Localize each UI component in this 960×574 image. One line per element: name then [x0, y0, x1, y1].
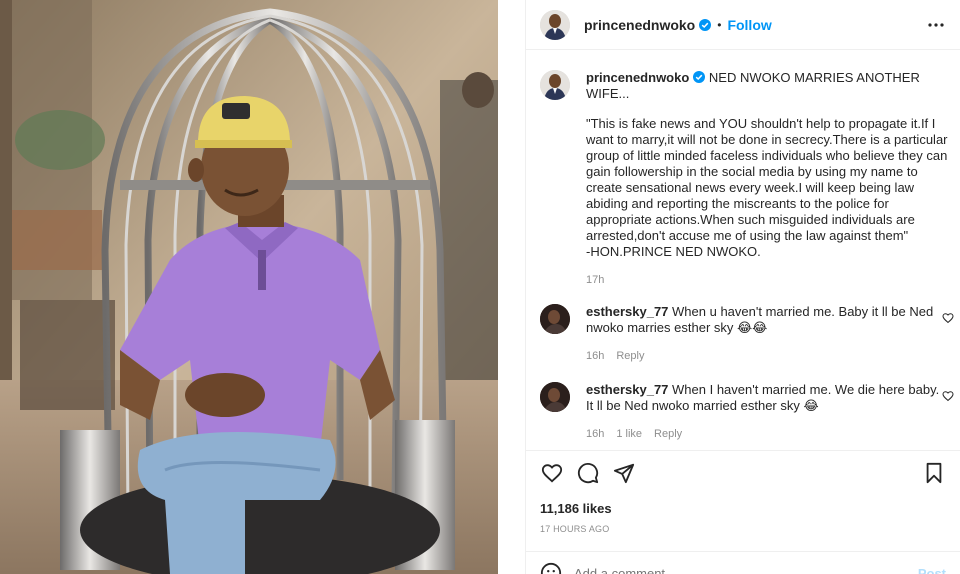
comment-body: esthersky_77 When I haven't married me. …	[586, 382, 948, 442]
commenter-avatar[interactable]	[540, 304, 570, 334]
post-actions: 11,186 likes 17 HOURS AGO	[526, 450, 960, 550]
comment-like-count[interactable]: 1 like	[616, 426, 642, 442]
verified-badge-icon	[699, 18, 712, 31]
comment-like-heart-icon[interactable]	[942, 390, 954, 402]
caption-time[interactable]: 17h	[586, 272, 604, 288]
post-header: princenednwoko • Follow	[526, 0, 960, 50]
comment-item: esthersky_77 When I haven't married me. …	[540, 382, 954, 442]
comment-composer: Post	[526, 551, 960, 574]
photo-gutter	[498, 0, 525, 574]
author-avatar[interactable]	[540, 9, 570, 40]
comment-meta: 16h 1 like Reply	[586, 426, 948, 442]
heart-icon[interactable]	[540, 461, 564, 485]
comment-username[interactable]: esthersky_77	[586, 382, 668, 397]
comment-time[interactable]: 16h	[586, 348, 604, 364]
reply-button[interactable]: Reply	[616, 348, 644, 364]
bookmark-icon[interactable]	[922, 461, 946, 485]
post-photo[interactable]	[0, 0, 498, 574]
share-icon[interactable]	[612, 461, 636, 485]
post-sidebar: princenednwoko • Follow princenednwoko N…	[525, 0, 960, 574]
post-comment-button[interactable]: Post	[918, 566, 946, 574]
comment-meta: 16h Reply	[586, 348, 948, 364]
avatar-image	[540, 382, 570, 412]
comment-username[interactable]: esthersky_77	[586, 304, 668, 319]
caption-meta: 17h	[586, 272, 948, 288]
avatar-image	[540, 304, 570, 334]
verified-badge-icon	[693, 71, 706, 83]
comment-body: esthersky_77 When u haven't married me. …	[586, 304, 948, 364]
separator-dot: •	[717, 17, 722, 32]
comment-item: esthersky_77 When u haven't married me. …	[540, 304, 954, 364]
avatar-image	[540, 9, 570, 40]
caption-text: "This is fake news and YOU shouldn't hel…	[586, 116, 948, 259]
caption-author-avatar[interactable]	[540, 70, 570, 100]
caption-body: princenednwoko NED NWOKO MARRIES ANOTHER…	[586, 70, 948, 288]
emoji-icon[interactable]	[540, 562, 562, 574]
comment-input[interactable]	[574, 565, 918, 574]
comment-icon[interactable]	[576, 461, 600, 485]
action-bar	[540, 451, 946, 495]
follow-button[interactable]: Follow	[727, 17, 771, 33]
comments-list[interactable]: princenednwoko NED NWOKO MARRIES ANOTHER…	[526, 50, 960, 450]
post-photo-illustration	[0, 0, 498, 574]
comment-time[interactable]: 16h	[586, 426, 604, 442]
likes-count[interactable]: 11,186 likes	[540, 501, 946, 516]
reply-button[interactable]: Reply	[654, 426, 682, 442]
author-username[interactable]: princenednwoko	[584, 17, 695, 33]
caption: princenednwoko NED NWOKO MARRIES ANOTHER…	[540, 70, 952, 288]
commenter-avatar[interactable]	[540, 382, 570, 412]
post-timestamp[interactable]: 17 HOURS AGO	[540, 524, 946, 534]
comment-like-heart-icon[interactable]	[942, 312, 954, 324]
avatar-image	[540, 70, 570, 100]
more-options-icon[interactable]	[924, 13, 948, 37]
caption-username[interactable]: princenednwoko	[586, 70, 689, 85]
